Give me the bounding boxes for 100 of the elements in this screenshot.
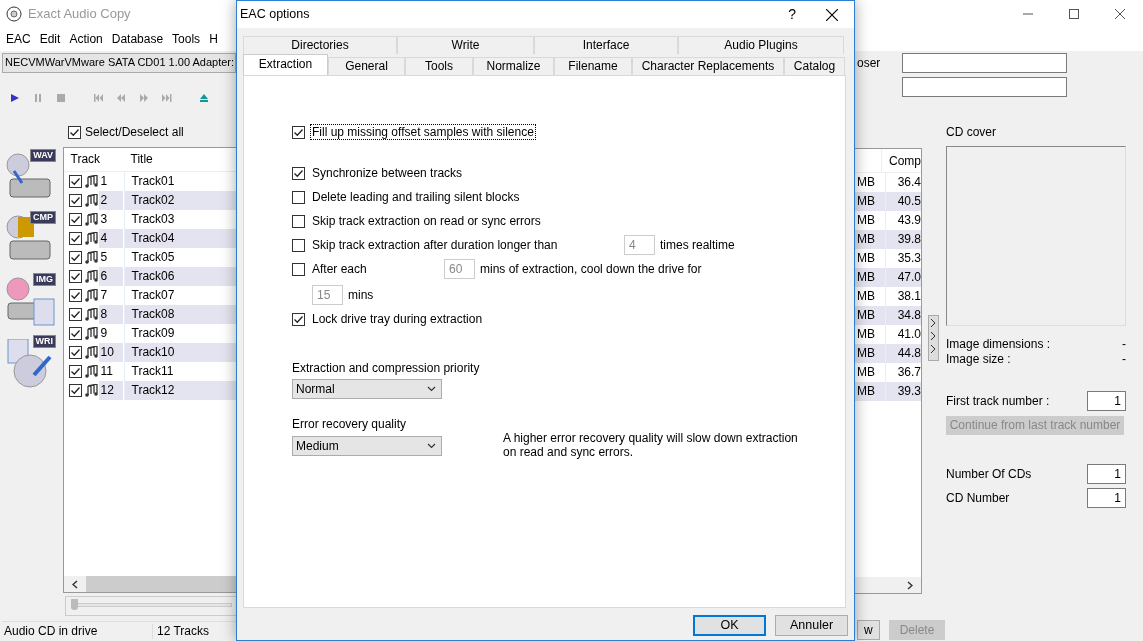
close-icon[interactable] xyxy=(1115,8,1125,19)
checkbox[interactable] xyxy=(68,365,82,378)
column-header[interactable]: Comp xyxy=(881,148,921,173)
checkbox-label: Skip track extraction on read or sync errors xyxy=(311,213,542,229)
checkbox[interactable] xyxy=(68,384,82,397)
menu-item[interactable]: Action xyxy=(69,31,103,47)
table-cell[interactable]: Track04 xyxy=(123,229,236,248)
tab[interactable]: Catalog xyxy=(784,57,845,75)
music-note-icon xyxy=(84,175,99,188)
checkbox[interactable] xyxy=(292,125,305,139)
table-cell: 6 xyxy=(98,267,123,286)
checkbox-label: Synchronize between tracks xyxy=(311,165,464,181)
ok-button[interactable]: OK xyxy=(693,615,766,636)
detail-value: - xyxy=(1122,352,1126,368)
number-field[interactable]: 1 xyxy=(1087,488,1126,509)
table-cell-text: MB xyxy=(856,250,876,267)
chevrons-icon xyxy=(930,316,937,356)
tab[interactable]: Character Replacements xyxy=(632,57,784,75)
help-button[interactable]: ? xyxy=(788,6,796,23)
tab[interactable]: Tools xyxy=(405,57,473,75)
close-button[interactable] xyxy=(826,7,838,22)
dropdown[interactable]: Medium xyxy=(292,435,442,456)
table-cell: 34.8 xyxy=(884,306,921,325)
field-label: Extraction and compression priority xyxy=(292,361,481,376)
number-field[interactable]: 1 xyxy=(1087,464,1126,485)
table-cell[interactable]: Track12 xyxy=(123,381,236,400)
menu-item[interactable]: Database xyxy=(111,31,164,47)
table-cell: 39.8 xyxy=(884,230,921,249)
number-field[interactable]: 1 xyxy=(1087,391,1126,412)
menu-item[interactable]: Edit xyxy=(39,31,61,47)
checkbox[interactable] xyxy=(68,327,82,340)
checkbox[interactable] xyxy=(68,194,82,207)
checkbox[interactable] xyxy=(68,289,82,302)
tab[interactable]: Directories xyxy=(243,36,397,54)
position-slider[interactable] xyxy=(65,596,236,616)
field-suffix: mins of extraction, cool down the drive for xyxy=(480,261,702,277)
menu-item[interactable]: EAC xyxy=(6,31,31,47)
detail-label: Image size : xyxy=(946,352,1011,368)
field-label: Error recovery quality xyxy=(292,417,408,432)
tab[interactable]: Filename xyxy=(554,57,632,75)
copy-tracks-button[interactable]: CMP xyxy=(4,209,56,267)
window-title: Exact Audio Copy xyxy=(28,5,131,22)
text-field[interactable] xyxy=(902,77,1067,97)
checkbox[interactable] xyxy=(292,166,305,180)
scroll-right-icon[interactable] xyxy=(907,580,913,590)
checkbox[interactable] xyxy=(292,214,305,228)
composer-field[interactable] xyxy=(902,53,1067,73)
music-note-icon xyxy=(84,308,99,321)
table-cell[interactable]: Track10 xyxy=(123,343,236,362)
eject-icon[interactable] xyxy=(199,93,210,103)
table-cell-text: 5 xyxy=(99,249,109,266)
table-cell-text: 11 xyxy=(99,363,114,380)
tab[interactable]: Write xyxy=(397,36,534,54)
checkbox[interactable] xyxy=(68,125,81,139)
column-header[interactable]: Title xyxy=(123,152,153,167)
tab[interactable]: Audio Plugins xyxy=(678,36,844,54)
checkbox[interactable] xyxy=(68,232,82,245)
play-icon[interactable] xyxy=(10,93,21,103)
checkbox[interactable] xyxy=(68,175,82,188)
tab[interactable]: Interface xyxy=(534,36,678,54)
table-cell[interactable]: Track08 xyxy=(123,305,236,324)
music-note-icon xyxy=(84,194,99,207)
help-text: A higher error recovery quality will slow down extraction on read and sync errors. xyxy=(503,430,799,460)
menu-item[interactable]: Tools xyxy=(172,31,201,47)
previous-track-icon[interactable] xyxy=(93,93,104,103)
caret-icon xyxy=(427,442,436,449)
write-cue-sheet-button[interactable]: WRI xyxy=(4,333,56,391)
checkbox[interactable] xyxy=(68,213,82,226)
checkbox[interactable] xyxy=(68,251,82,264)
section-label: CD cover xyxy=(946,125,997,140)
app-logo-icon xyxy=(6,5,22,22)
drive-selector[interactable]: NECVMWarVMware SATA CD01 1.00 Adapter: xyxy=(2,53,236,73)
music-note-icon xyxy=(84,270,99,283)
copy-image-button[interactable]: IMG xyxy=(4,271,56,329)
scroll-left-icon[interactable] xyxy=(71,579,78,589)
caret-icon xyxy=(427,386,436,393)
checkbox[interactable] xyxy=(292,312,305,326)
table-cell-text: 3 xyxy=(99,211,109,228)
column-header[interactable]: Track xyxy=(63,152,124,167)
next-track-icon[interactable] xyxy=(162,93,173,103)
checkbox[interactable] xyxy=(68,308,82,321)
checkbox[interactable] xyxy=(68,346,82,359)
menu-item[interactable]: H xyxy=(209,31,218,47)
table-cell[interactable]: Track06 xyxy=(123,267,236,286)
dropdown[interactable]: Normal xyxy=(292,379,442,400)
new-button[interactable]: w xyxy=(857,620,880,640)
tab[interactable]: Normalize xyxy=(473,57,554,75)
checkbox[interactable] xyxy=(68,270,82,283)
music-note-icon xyxy=(84,289,99,302)
music-note-icon xyxy=(84,384,99,397)
status-text: 12 Tracks xyxy=(152,624,232,639)
tab[interactable]: General xyxy=(328,57,405,75)
expand-button[interactable] xyxy=(928,315,939,361)
copy-tracks-button[interactable]: WAV xyxy=(4,147,56,205)
table-cell[interactable]: Track02 xyxy=(123,191,236,210)
checkbox[interactable] xyxy=(292,190,305,204)
checkbox-label: Select/Deselect all xyxy=(85,124,184,140)
cancel-button[interactable]: Annuler xyxy=(775,615,848,636)
tab[interactable]: Extraction xyxy=(243,54,328,75)
maximize-icon[interactable] xyxy=(1069,8,1079,19)
